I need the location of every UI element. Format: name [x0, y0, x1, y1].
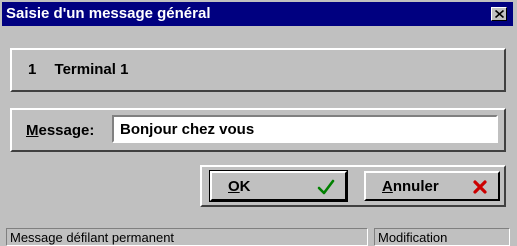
- cancel-label-text: nnuler: [392, 178, 439, 195]
- terminal-number: 1: [28, 61, 37, 78]
- message-label-text: essage:: [38, 122, 95, 139]
- title-bar: Saisie d'un message général: [2, 2, 513, 26]
- cancel-label-accelerator: A: [382, 178, 393, 195]
- terminal-name: Terminal 1: [54, 61, 129, 78]
- close-icon: [494, 10, 504, 18]
- message-label: Message:: [26, 122, 94, 139]
- status-mode: Message défilant permanent: [6, 228, 368, 246]
- red-x-icon: [473, 180, 487, 194]
- cancel-button[interactable]: Annuler: [364, 171, 500, 201]
- terminal-panel: 1 Terminal 1: [10, 48, 506, 92]
- message-label-accelerator: M: [26, 122, 39, 139]
- status-action: Modification: [374, 228, 510, 246]
- cancel-label: Annuler: [382, 178, 439, 195]
- dialog-window: Saisie d'un message général 1 Terminal 1…: [0, 0, 517, 246]
- checkmark-icon: [317, 179, 335, 195]
- window-title: Saisie d'un message général: [6, 5, 211, 22]
- message-panel: Message:: [10, 108, 506, 152]
- ok-label-accelerator: O: [228, 178, 240, 195]
- button-panel: OK Annuler: [200, 165, 506, 207]
- message-input[interactable]: [112, 115, 498, 143]
- close-button[interactable]: [491, 7, 507, 21]
- status-bar: Message défilant permanent Modification: [0, 222, 517, 246]
- ok-label: OK: [228, 178, 251, 195]
- ok-label-text: K: [239, 178, 251, 195]
- ok-button[interactable]: OK: [209, 170, 348, 202]
